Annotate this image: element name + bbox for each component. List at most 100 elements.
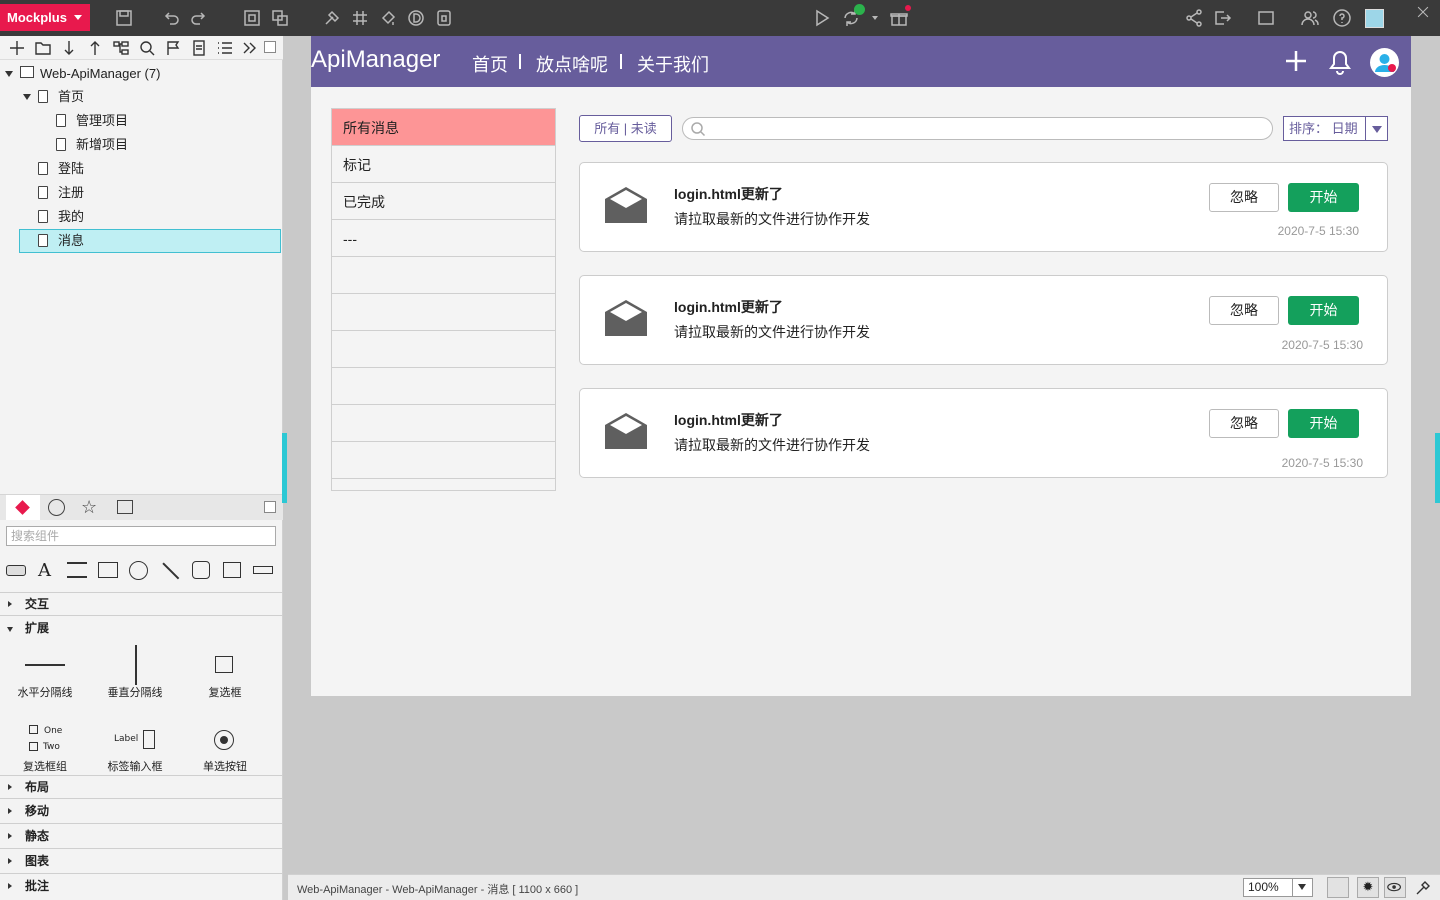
- ignore-button[interactable]: 忽略: [1209, 296, 1279, 325]
- flag-icon[interactable]: [164, 39, 182, 57]
- tree-item-home[interactable]: 首页: [38, 86, 84, 108]
- ungroup-icon[interactable]: [270, 8, 290, 28]
- label-input-icon[interactable]: [143, 730, 155, 749]
- ignore-button[interactable]: 忽略: [1209, 183, 1279, 212]
- filter-toggle-button[interactable]: 所有 | 未读: [579, 115, 672, 142]
- message-search-input[interactable]: [682, 117, 1273, 140]
- move-up-icon[interactable]: [86, 39, 104, 57]
- share-icon[interactable]: [1184, 8, 1204, 28]
- sidebar-item-done[interactable]: 已完成: [331, 183, 556, 220]
- icon-component-icon[interactable]: [192, 561, 210, 579]
- tree-item-new-project[interactable]: 新增项目: [56, 134, 128, 156]
- start-button[interactable]: 开始: [1288, 183, 1359, 212]
- sidebar-item-all[interactable]: 所有消息: [331, 108, 556, 146]
- team-icon[interactable]: [1300, 8, 1320, 28]
- tree-item-messages[interactable]: 消息: [38, 230, 84, 252]
- button-component-icon[interactable]: [6, 565, 26, 576]
- nav-about[interactable]: 关于我们: [637, 51, 709, 77]
- settings-tool-icon[interactable]: [1414, 879, 1432, 897]
- sun-icon[interactable]: ✹: [1357, 877, 1379, 898]
- sidebar-item-marked[interactable]: 标记: [331, 146, 556, 183]
- eye-icon[interactable]: [1384, 877, 1406, 898]
- start-button[interactable]: 开始: [1288, 296, 1359, 325]
- checkbox-group-one-label: One: [44, 726, 63, 736]
- move-down-icon[interactable]: [60, 39, 78, 57]
- section-annotation[interactable]: 批注: [0, 875, 283, 899]
- export-icon[interactable]: [1212, 8, 1232, 28]
- paragraph-component-icon[interactable]: [67, 562, 87, 578]
- plus-icon[interactable]: [1285, 50, 1307, 72]
- tree-root[interactable]: Web-ApiManager (7): [40, 63, 160, 85]
- left-panel-resize-handle[interactable]: [282, 433, 287, 503]
- checkbox-icon[interactable]: [215, 656, 233, 673]
- sidebar-item-more[interactable]: ---: [331, 220, 556, 257]
- start-button[interactable]: 开始: [1288, 409, 1359, 438]
- fullscreen-icon[interactable]: [1256, 8, 1276, 28]
- undo-icon[interactable]: [161, 8, 181, 28]
- section-mobile[interactable]: 移动: [0, 800, 283, 824]
- app-menu-button[interactable]: Mockplus: [0, 4, 90, 31]
- grid-icon[interactable]: [350, 8, 370, 28]
- expand-arrow-icon[interactable]: [5, 71, 13, 77]
- component-label: 单选按钮: [203, 761, 247, 773]
- save-icon[interactable]: [114, 8, 134, 28]
- bell-icon[interactable]: [1327, 47, 1353, 75]
- nav-home[interactable]: 首页: [472, 51, 508, 77]
- checkbox-group-icon[interactable]: [29, 725, 38, 734]
- tree-item-manage-project[interactable]: 管理项目: [56, 110, 128, 132]
- zoom-select[interactable]: 100%: [1243, 878, 1313, 897]
- help-icon[interactable]: [1332, 8, 1352, 28]
- input-component-icon[interactable]: [253, 566, 273, 574]
- horizontal-divider-icon[interactable]: [25, 664, 65, 666]
- page-icon: [38, 210, 48, 223]
- right-panel-resize-handle[interactable]: [1435, 433, 1440, 503]
- triangle-right-icon: [8, 883, 12, 889]
- search-icon[interactable]: [138, 39, 156, 57]
- vertical-divider-icon[interactable]: [135, 645, 137, 685]
- close-icon[interactable]: [1416, 5, 1430, 19]
- image-component-icon[interactable]: [223, 562, 241, 578]
- ignore-button[interactable]: 忽略: [1209, 409, 1279, 438]
- fill-icon[interactable]: [378, 8, 398, 28]
- list-icon[interactable]: [216, 39, 234, 57]
- text-component-icon[interactable]: A: [38, 560, 51, 581]
- play-icon[interactable]: [812, 8, 832, 28]
- tree-item-mine[interactable]: 我的: [38, 206, 84, 228]
- checkbox-group-icon: [29, 742, 38, 751]
- tree-item-label: 我的: [58, 209, 85, 224]
- more-icon[interactable]: [240, 39, 258, 57]
- expand-arrow-icon[interactable]: [23, 94, 31, 100]
- section-layout[interactable]: 布局: [0, 775, 283, 799]
- profile-avatar[interactable]: [1370, 48, 1399, 77]
- component-search-input[interactable]: 搜索组件: [6, 526, 276, 546]
- export-image-icon[interactable]: [434, 8, 454, 28]
- folder-icon[interactable]: [34, 39, 52, 57]
- section-chart[interactable]: 图表: [0, 850, 283, 874]
- gift-icon[interactable]: [889, 8, 909, 28]
- message-time: 2020-7-5 15:30: [1277, 224, 1359, 238]
- circle-component-icon[interactable]: [129, 561, 148, 580]
- redo-icon[interactable]: [189, 8, 209, 28]
- tree-item-login[interactable]: 登陆: [38, 158, 84, 180]
- star-icon[interactable]: ☆: [81, 497, 97, 518]
- sort-select[interactable]: 排序： 日期: [1283, 116, 1388, 141]
- group-icon[interactable]: [242, 8, 262, 28]
- format-brush-icon[interactable]: [322, 8, 342, 28]
- collapse-panel-icon[interactable]: [264, 501, 276, 513]
- layout-toggle-icon[interactable]: [1327, 877, 1349, 898]
- user-avatar[interactable]: [1365, 9, 1384, 28]
- page-template-icon[interactable]: [190, 39, 208, 57]
- sitemap-icon[interactable]: [112, 39, 130, 57]
- rectangle-component-icon[interactable]: [98, 562, 118, 578]
- emoji-icon[interactable]: [48, 499, 65, 516]
- add-page-icon[interactable]: [8, 39, 26, 57]
- master-icon[interactable]: [117, 500, 133, 514]
- design-mode-icon[interactable]: [406, 8, 426, 28]
- sync-menu-caret-icon[interactable]: [872, 16, 878, 20]
- nav-something[interactable]: 放点啥呢: [536, 51, 608, 77]
- section-extension[interactable]: 扩展: [0, 617, 283, 641]
- tree-item-register[interactable]: 注册: [38, 182, 84, 204]
- collapse-panel-icon[interactable]: [264, 41, 276, 53]
- section-static[interactable]: 静态: [0, 825, 283, 849]
- section-interaction[interactable]: 交互: [0, 592, 283, 616]
